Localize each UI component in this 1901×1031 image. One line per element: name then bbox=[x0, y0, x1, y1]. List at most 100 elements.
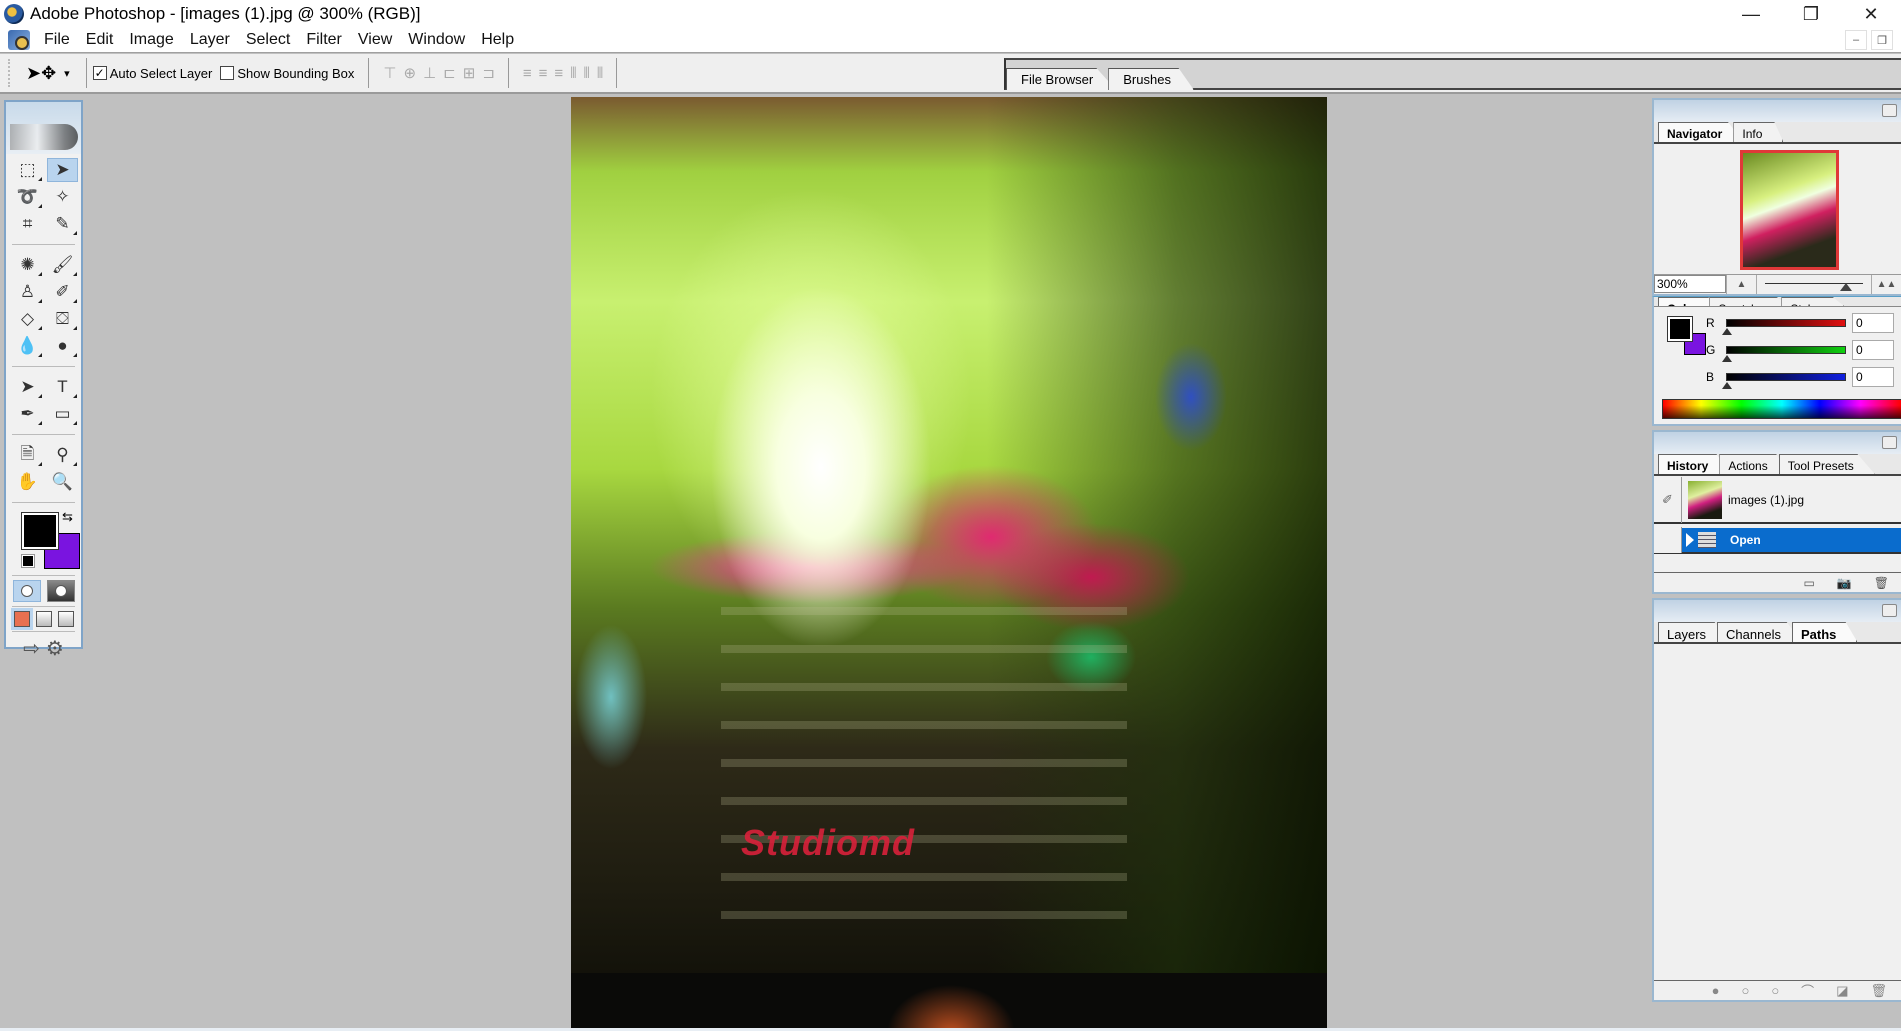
menu-help[interactable]: Help bbox=[473, 31, 522, 49]
distribute-right-icon[interactable]: ⫴ bbox=[597, 65, 603, 82]
paths-list[interactable] bbox=[1654, 646, 1901, 980]
delete-state-icon[interactable]: 🗑 bbox=[1874, 576, 1889, 590]
align-left-edges-icon[interactable]: ⊏ bbox=[443, 64, 456, 82]
show-bounding-box-checkbox[interactable]: Show Bounding Box bbox=[220, 66, 354, 81]
distribute-hcenter-icon[interactable]: ⫴ bbox=[584, 65, 590, 82]
align-right-edges-icon[interactable]: ⊐ bbox=[482, 64, 495, 82]
tool-preset-picker[interactable]: ➤✥ ▾ bbox=[26, 63, 70, 84]
distribute-top-icon[interactable]: ≡ bbox=[523, 65, 532, 82]
new-document-from-state-icon[interactable]: ▭ bbox=[1803, 576, 1814, 590]
zoom-slider[interactable] bbox=[1756, 275, 1871, 294]
green-value-input[interactable] bbox=[1852, 340, 1894, 360]
menu-select[interactable]: Select bbox=[238, 31, 298, 49]
tab-info[interactable]: Info bbox=[1733, 122, 1784, 142]
history-brush-source-icon[interactable]: ✐ bbox=[1654, 477, 1682, 523]
stroke-path-icon[interactable]: ○ bbox=[1741, 983, 1749, 998]
adobe-online-icon[interactable] bbox=[9, 124, 78, 150]
blue-value-input[interactable] bbox=[1852, 367, 1894, 387]
document-icon[interactable] bbox=[8, 30, 30, 50]
default-colors-icon[interactable] bbox=[21, 554, 35, 568]
tab-styles[interactable]: Styles bbox=[1781, 297, 1845, 306]
history-brush-tool-icon[interactable]: ✐ bbox=[47, 280, 78, 304]
quick-mask-mode-button[interactable] bbox=[46, 580, 75, 602]
zoom-slider-knob[interactable] bbox=[1839, 283, 1852, 291]
new-snapshot-icon[interactable]: 📷 bbox=[1837, 576, 1852, 590]
full-screen-menu-mode-button[interactable] bbox=[35, 611, 52, 627]
panel-header[interactable] bbox=[1654, 432, 1901, 454]
marquee-tool-icon[interactable]: ⬚ bbox=[12, 158, 43, 182]
menu-edit[interactable]: Edit bbox=[78, 31, 122, 49]
healing-brush-tool-icon[interactable]: ✺ bbox=[12, 253, 43, 277]
pen-tool-icon[interactable]: ✒ bbox=[12, 402, 43, 426]
full-screen-mode-button[interactable] bbox=[57, 611, 74, 627]
type-tool-icon[interactable]: T bbox=[47, 375, 78, 399]
tab-swatches[interactable]: Swatches bbox=[1709, 297, 1792, 306]
tab-layers[interactable]: Layers bbox=[1658, 622, 1728, 642]
notes-tool-icon[interactable]: 🗎 bbox=[12, 443, 43, 467]
hand-tool-icon[interactable]: ✋ bbox=[12, 470, 43, 494]
document-restore-button[interactable]: ❐ bbox=[1871, 30, 1893, 50]
distribute-vcenter-icon[interactable]: ≡ bbox=[539, 65, 548, 82]
paint-bucket-tool-icon[interactable]: ⛋ bbox=[47, 307, 78, 331]
panel-header[interactable] bbox=[1654, 600, 1901, 622]
jump-to-imageready-icon[interactable]: ⇨ bbox=[23, 636, 40, 661]
align-horizontal-centers-icon[interactable]: ⊞ bbox=[463, 64, 476, 82]
brush-tool-icon[interactable]: 🖌 bbox=[47, 253, 78, 277]
tab-channels[interactable]: Channels bbox=[1717, 622, 1802, 642]
red-value-input[interactable] bbox=[1852, 313, 1894, 333]
menu-layer[interactable]: Layer bbox=[182, 31, 238, 49]
clone-stamp-tool-icon[interactable]: ♙ bbox=[12, 280, 43, 304]
red-slider[interactable] bbox=[1722, 319, 1846, 335]
foreground-color-swatch[interactable] bbox=[21, 512, 59, 550]
menu-file[interactable]: File bbox=[36, 31, 78, 49]
tab-tool-presets[interactable]: Tool Presets bbox=[1778, 454, 1875, 474]
load-path-as-selection-icon[interactable]: ○ bbox=[1771, 983, 1779, 998]
new-path-icon[interactable]: ◪ bbox=[1836, 983, 1848, 999]
move-tool-icon[interactable]: ➤ bbox=[47, 158, 78, 182]
history-snapshot[interactable]: ✐ images (1).jpg bbox=[1654, 477, 1901, 524]
slice-tool-icon[interactable]: ✎ bbox=[47, 212, 78, 236]
shape-tool-icon[interactable]: ▭ bbox=[47, 402, 78, 426]
history-step[interactable]: Open bbox=[1654, 527, 1901, 554]
document-canvas[interactable]: Studiomd bbox=[571, 97, 1327, 1028]
standard-screen-mode-button[interactable] bbox=[10, 608, 33, 630]
panel-header[interactable] bbox=[1654, 100, 1901, 122]
restore-button[interactable]: ❐ bbox=[1781, 0, 1841, 28]
blue-slider[interactable] bbox=[1722, 373, 1846, 389]
zoom-level-input[interactable] bbox=[1654, 275, 1726, 293]
path-selection-tool-icon[interactable]: ➤ bbox=[12, 375, 43, 399]
tab-actions[interactable]: Actions bbox=[1719, 454, 1789, 474]
tab-file-browser[interactable]: File Browser bbox=[1006, 68, 1117, 90]
options-bar-grip[interactable] bbox=[8, 59, 12, 87]
foreground-color-swatch[interactable] bbox=[1667, 316, 1693, 342]
minimize-icon[interactable] bbox=[1882, 104, 1897, 117]
imageready-icon[interactable]: ⚙ bbox=[46, 636, 64, 661]
dodge-tool-icon[interactable]: ● bbox=[47, 334, 78, 358]
minimize-icon[interactable] bbox=[1882, 604, 1897, 617]
green-slider[interactable] bbox=[1722, 346, 1846, 362]
zoom-tool-icon[interactable]: 🔍 bbox=[47, 470, 78, 494]
tab-navigator[interactable]: Navigator bbox=[1658, 122, 1744, 142]
navigator-thumbnail[interactable] bbox=[1740, 150, 1839, 270]
eyedropper-tool-icon[interactable]: ⚲ bbox=[47, 443, 78, 467]
toolbox-header[interactable] bbox=[6, 102, 81, 154]
swap-colors-icon[interactable]: ⇆ bbox=[62, 509, 73, 525]
close-button[interactable]: ✕ bbox=[1841, 0, 1901, 28]
menu-image[interactable]: Image bbox=[121, 31, 181, 49]
tab-brushes[interactable]: Brushes bbox=[1108, 68, 1194, 90]
menu-filter[interactable]: Filter bbox=[298, 31, 350, 49]
zoom-out-icon[interactable]: ▲ bbox=[1726, 275, 1756, 294]
tab-paths[interactable]: Paths bbox=[1791, 622, 1858, 642]
lasso-tool-icon[interactable]: ➰ bbox=[12, 185, 43, 209]
color-ramp[interactable] bbox=[1662, 399, 1901, 419]
align-top-edges-icon[interactable]: ⊤ bbox=[383, 64, 396, 82]
menu-window[interactable]: Window bbox=[400, 31, 473, 49]
fill-path-icon[interactable]: ● bbox=[1712, 983, 1720, 998]
crop-tool-icon[interactable]: ⌗ bbox=[12, 212, 43, 236]
menu-view[interactable]: View bbox=[350, 31, 400, 49]
distribute-left-icon[interactable]: ⫴ bbox=[570, 65, 576, 82]
distribute-bottom-icon[interactable]: ≡ bbox=[554, 65, 563, 82]
document-minimize-button[interactable]: – bbox=[1845, 30, 1867, 50]
tab-history[interactable]: History bbox=[1658, 454, 1730, 474]
delete-path-icon[interactable]: 🗑 bbox=[1870, 983, 1887, 999]
